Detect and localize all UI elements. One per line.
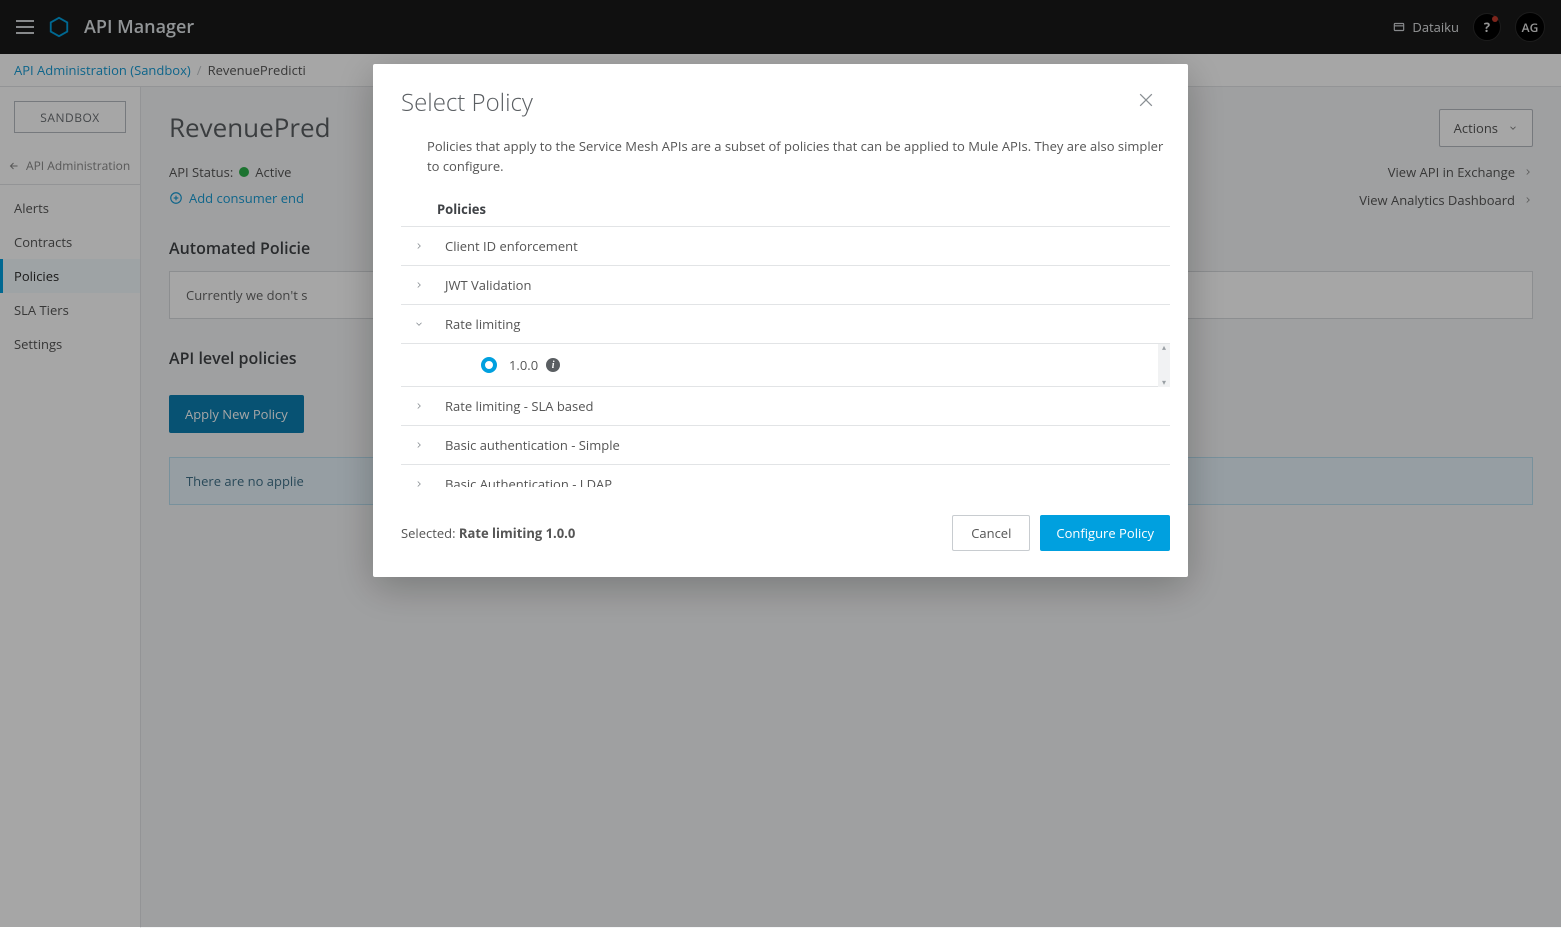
select-policy-modal: Select Policy Policies that apply to the… bbox=[373, 64, 1188, 577]
policy-name: Rate limiting - SLA based bbox=[433, 397, 593, 415]
policy-row[interactable]: JWT Validation bbox=[401, 266, 1170, 305]
policy-version-row[interactable]: 1.0.0 i bbox=[401, 344, 1170, 387]
close-icon bbox=[1136, 90, 1156, 110]
selected-prefix: Selected: bbox=[401, 524, 459, 542]
policy-row[interactable]: Basic Authentication - LDAP bbox=[401, 465, 1170, 487]
selected-value: Rate limiting 1.0.0 bbox=[459, 524, 575, 542]
policy-row-expanded[interactable]: Rate limiting bbox=[401, 305, 1170, 344]
radio-selected-icon[interactable] bbox=[481, 357, 497, 373]
policy-list-header: Policies bbox=[401, 194, 1170, 226]
modal-title: Select Policy bbox=[401, 86, 533, 119]
policy-name: Client ID enforcement bbox=[433, 237, 578, 255]
policy-name: JWT Validation bbox=[433, 276, 531, 294]
chevron-right-icon bbox=[405, 440, 433, 450]
cancel-button[interactable]: Cancel bbox=[952, 515, 1030, 551]
modal-header: Select Policy bbox=[373, 64, 1188, 129]
selected-policy-text: Selected: Rate limiting 1.0.0 bbox=[401, 524, 575, 542]
modal-description: Policies that apply to the Service Mesh … bbox=[401, 137, 1170, 176]
policy-row[interactable]: Rate limiting - SLA based bbox=[401, 387, 1170, 426]
policy-name: Rate limiting bbox=[433, 315, 520, 333]
policy-row[interactable]: Client ID enforcement bbox=[401, 227, 1170, 266]
chevron-down-icon bbox=[405, 319, 433, 329]
policy-version-label: 1.0.0 bbox=[509, 356, 538, 374]
policy-name: Basic Authentication - LDAP bbox=[433, 475, 612, 487]
policy-name: Basic authentication - Simple bbox=[433, 436, 620, 454]
policy-list[interactable]: Client ID enforcement JWT Validation Rat… bbox=[401, 226, 1170, 487]
policy-row[interactable]: Basic authentication - Simple bbox=[401, 426, 1170, 465]
chevron-right-icon bbox=[405, 479, 433, 487]
modal-overlay: Select Policy Policies that apply to the… bbox=[0, 0, 1561, 927]
chevron-right-icon bbox=[405, 280, 433, 290]
version-container: 1.0.0 i ▴▾ bbox=[401, 344, 1170, 387]
modal-body: Policies that apply to the Service Mesh … bbox=[373, 129, 1188, 495]
inner-scrollbar[interactable]: ▴▾ bbox=[1158, 344, 1170, 387]
info-icon[interactable]: i bbox=[546, 358, 560, 372]
close-button[interactable] bbox=[1132, 86, 1160, 118]
modal-footer: Selected: Rate limiting 1.0.0 Cancel Con… bbox=[373, 495, 1188, 577]
chevron-right-icon bbox=[405, 401, 433, 411]
chevron-right-icon bbox=[405, 241, 433, 251]
configure-policy-button[interactable]: Configure Policy bbox=[1040, 515, 1170, 551]
